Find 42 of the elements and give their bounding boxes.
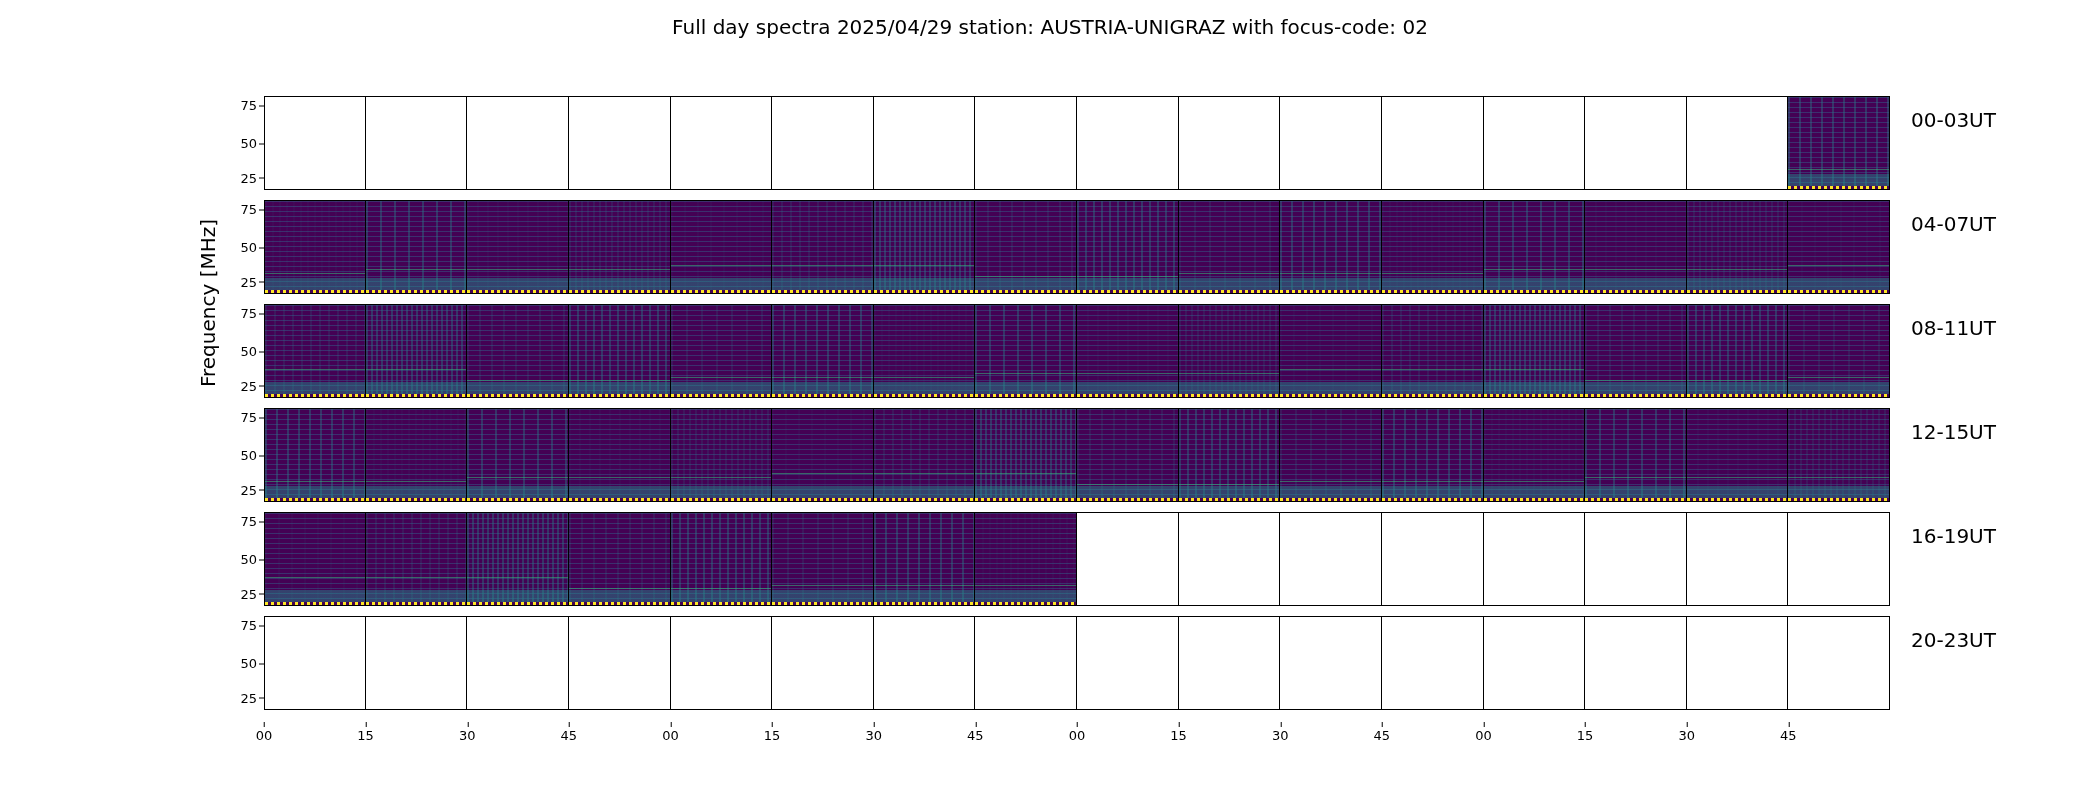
x-tick-label: 15 [357,722,374,743]
x-tick-label: 00 [662,722,679,743]
x-tick-label: 15 [1170,722,1187,743]
x-tick-label: 00 [1475,722,1492,743]
y-tick-label: 25 [240,274,264,290]
y-tick-label: 75 [240,513,264,529]
x-tick-label: 30 [459,722,476,743]
y-tick-label: 75 [240,409,264,425]
row-label: 00-03UT [1911,107,1996,132]
row-label: 04-07UT [1911,211,1996,236]
y-tick-label: 50 [240,447,264,463]
x-tick-label: 45 [560,722,578,743]
y-tick-label: 25 [240,170,264,186]
x-tick-label: 00 [1068,722,1086,743]
x-tick-label: 45 [1373,722,1391,743]
x-tick-label: 30 [865,722,882,743]
x-tick-label: 45 [1780,722,1797,743]
y-tick-label: 75 [240,201,264,217]
x-tick-label: 30 [1272,722,1289,743]
x-tick-label: 15 [1576,722,1594,743]
row-label: 16-19UT [1911,523,1996,548]
x-tick-label: 15 [763,722,781,743]
y-tick-label: 25 [240,690,264,706]
y-axis-label: Frequency [MHz] [196,218,220,388]
x-tick-label: 00 [255,722,273,743]
y-tick-label: 75 [240,305,264,321]
y-tick-label: 50 [240,655,264,671]
y-tick-label: 50 [240,551,264,567]
row-label: 08-11UT [1911,315,1996,340]
y-tick-label: 25 [240,378,264,394]
x-tick-label: 30 [1678,722,1695,743]
chart-title: Full day spectra 2025/04/29 station: AUSTRIA-UNIGRAZ with focus-code: 02 [672,15,1428,39]
y-tick-label: 25 [240,482,264,498]
row-label: 12-15UT [1911,419,1996,444]
y-tick-label: 50 [240,135,264,151]
x-tick-label: 45 [967,722,984,743]
y-tick-label: 75 [240,97,264,113]
y-tick-label: 75 [240,617,264,633]
y-tick-label: 50 [240,239,264,255]
row-label: 20-23UT [1911,627,1996,652]
y-tick-label: 25 [240,586,264,602]
y-tick-label: 50 [240,343,264,359]
